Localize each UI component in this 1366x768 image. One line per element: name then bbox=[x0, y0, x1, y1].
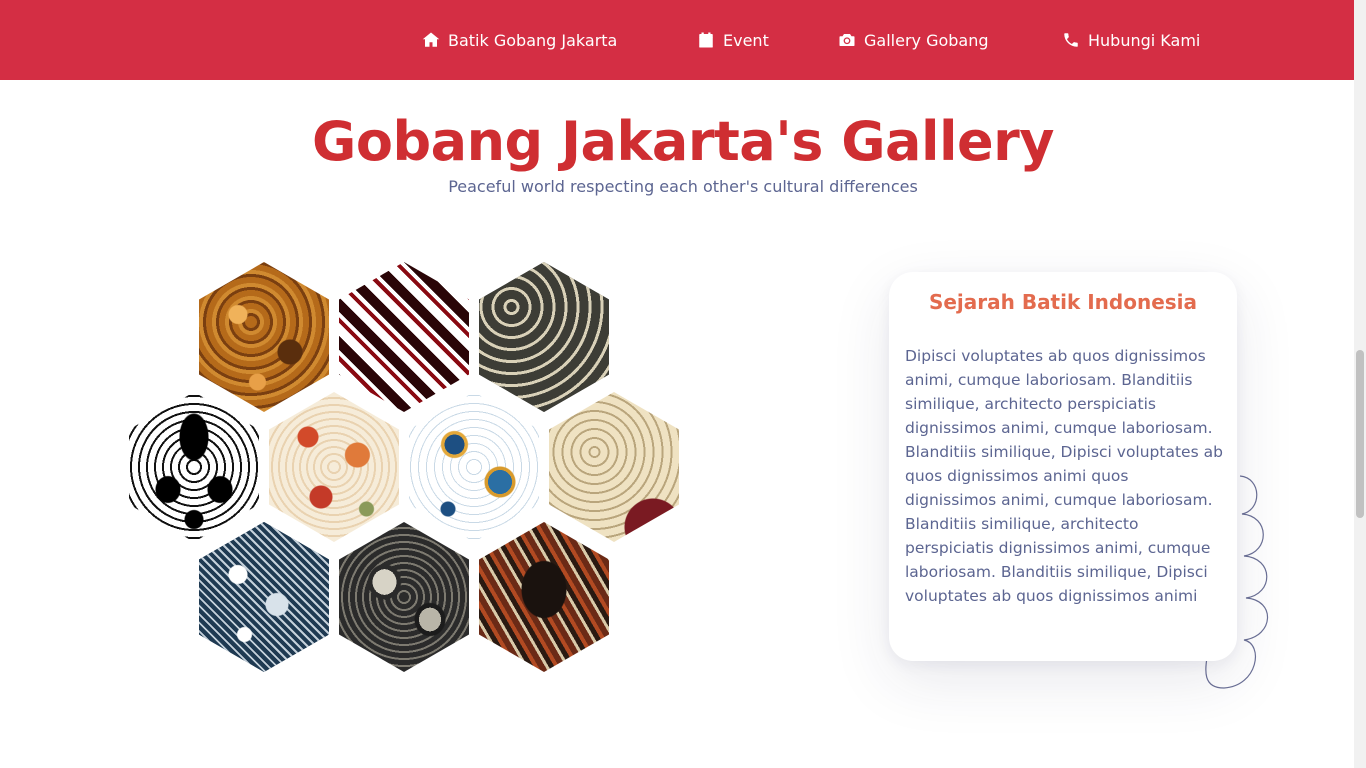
gallery-tile[interactable] bbox=[339, 262, 469, 412]
nav-item-label: Gallery Gobang bbox=[864, 30, 989, 50]
history-card: Sejarah Batik Indonesia Dipisci voluptat… bbox=[889, 272, 1237, 661]
nav-item-batik-gobang-jakarta[interactable]: Batik Gobang Jakarta bbox=[422, 0, 617, 80]
nav-item-event[interactable]: Event bbox=[697, 0, 769, 80]
home-icon bbox=[422, 31, 440, 49]
page-title: Gobang Jakarta's Gallery bbox=[312, 110, 1054, 173]
nav-item-label: Event bbox=[723, 30, 769, 50]
gallery-tile[interactable] bbox=[199, 522, 329, 672]
calendar-icon bbox=[697, 31, 715, 49]
gallery-tile[interactable] bbox=[199, 262, 329, 412]
gallery-tile[interactable] bbox=[269, 392, 399, 542]
gallery-tile[interactable] bbox=[479, 262, 609, 412]
card-body-text: Dipisci voluptates ab quos dignissimos a… bbox=[905, 347, 1223, 605]
gallery-tile[interactable] bbox=[129, 392, 259, 542]
page-subtitle: Peaceful world respecting each other's c… bbox=[448, 177, 918, 196]
camera-icon bbox=[838, 31, 856, 49]
nav-item-hubungi-kami[interactable]: Hubungi Kami bbox=[1062, 0, 1200, 80]
nav-item-label: Batik Gobang Jakarta bbox=[448, 30, 618, 50]
gallery-tile[interactable] bbox=[549, 392, 679, 542]
phone-icon bbox=[1062, 31, 1080, 49]
gallery-tile[interactable] bbox=[479, 522, 609, 672]
gallery-tile[interactable] bbox=[409, 392, 539, 542]
top-navbar: Batik Gobang Jakarta Event Gallery Goban… bbox=[0, 0, 1354, 80]
gallery-tile[interactable] bbox=[339, 522, 469, 672]
card-title: Sejarah Batik Indonesia bbox=[928, 290, 1198, 314]
page-scrollbar-thumb[interactable] bbox=[1356, 350, 1364, 518]
nav-item-label: Hubungi Kami bbox=[1088, 30, 1201, 50]
nav-item-gallery-gobang[interactable]: Gallery Gobang bbox=[838, 0, 989, 80]
